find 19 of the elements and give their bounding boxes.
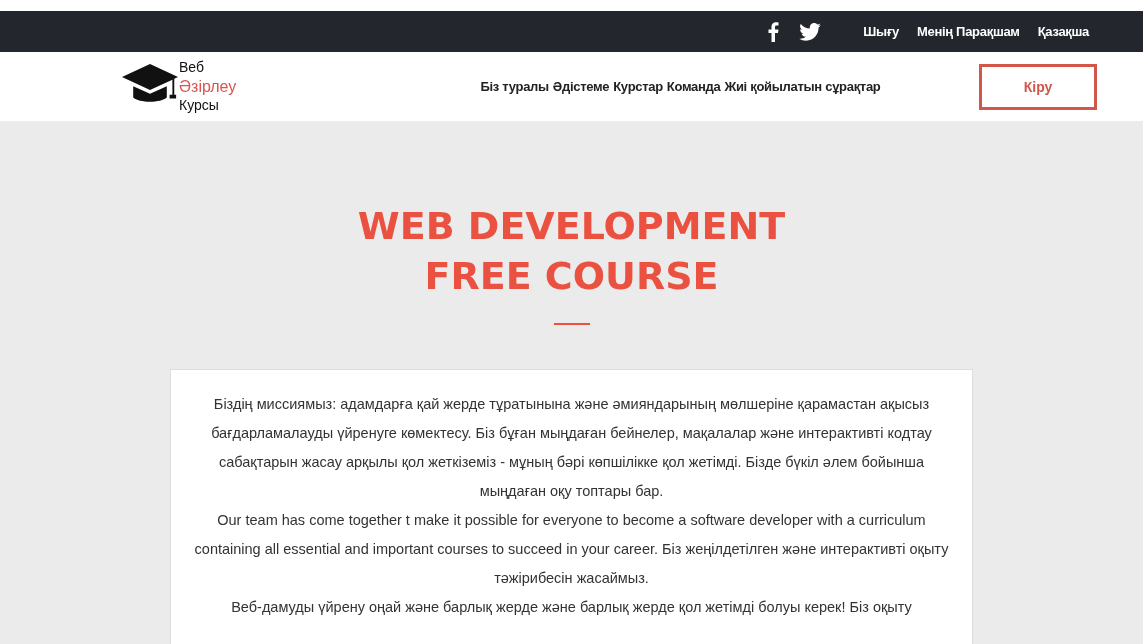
nav-link[interactable]: Команда xyxy=(666,79,721,94)
top-bar-link[interactable]: Қазақша xyxy=(1037,24,1089,39)
facebook-icon[interactable] xyxy=(768,21,780,42)
nav-link[interactable]: Біз туралы xyxy=(480,79,549,94)
logo-text: Әзірлеу xyxy=(179,77,237,96)
nav-link[interactable]: Жиі қойылатын сұрақтар xyxy=(724,79,881,94)
top-bar-link[interactable]: Менің Парақшам xyxy=(916,24,1020,39)
paragraph: Веб-дамуды үйрену оңай және барлық жерде және барлық жерде қол жетімді болуы керек! Біз оқыту xyxy=(230,598,913,617)
twitter-icon[interactable] xyxy=(799,22,822,41)
hero-title: WEB DEVELOPMENT FREE COURSE xyxy=(357,203,786,300)
logo-text: Веб xyxy=(179,58,205,77)
nav-link[interactable]: Әдістеме xyxy=(552,79,610,94)
paragraph: Біздің миссиямыз: адамдарға қай жерде тұратынына және әмияндарының мөлшеріне қарамастан ақысыз бағдарламалауды үйренуге көмектесу. Біз бұған мыңдаған бейнелер, мақалалар және интерактивті кодтау сабақтарын жасау арқылы қол жеткіземіз - мұның бәрі көпшілікке қол жетімді. Бізде бүкіл әлем бойынша мыңдаған оқу топтары бар. xyxy=(210,395,933,501)
top-bar-link[interactable]: Шығу xyxy=(863,24,899,39)
logo-text: Курсы xyxy=(179,96,220,115)
paragraph: Our team has come together t make it possible for everyone to become a software developer with a curriculum containing all essential and important courses to succeed in your career. Біз жеңілдетілген және интерактивті оқыту тәжірибесін жасаймыз. xyxy=(193,511,950,588)
login-button[interactable]: Кіру xyxy=(979,63,1097,110)
graduation-cap-icon xyxy=(122,62,178,105)
nav-link[interactable]: Курстар xyxy=(613,79,663,94)
